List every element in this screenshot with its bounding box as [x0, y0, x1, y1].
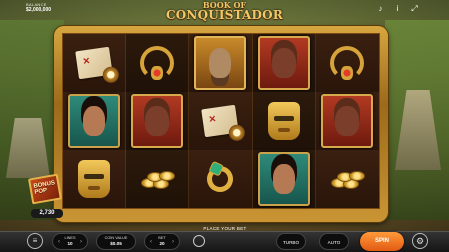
coins-symbol	[139, 168, 176, 190]
woman-face	[83, 106, 106, 136]
map-compass-symbol: ✕	[75, 46, 120, 84]
game-logo: BOOK OF CONQUISTADOR	[150, 1, 299, 21]
reel-1-row-3	[63, 150, 127, 208]
lines-increase-icon[interactable]: ›	[78, 238, 84, 246]
warrior-symbol	[321, 94, 374, 148]
reel-4-row-3	[252, 150, 316, 208]
warrior-face	[145, 106, 170, 136]
info-icon[interactable]: i	[393, 4, 402, 13]
reel-3-row-1	[189, 34, 253, 92]
necklace-symbol	[330, 46, 365, 80]
gold-mask-symbol	[267, 102, 300, 140]
compass-icon	[228, 123, 247, 142]
reel-5-row-1	[315, 34, 379, 92]
settings-icon[interactable]: ⚙	[412, 233, 428, 249]
lines-control[interactable]: ‹ LINES 10 ›	[52, 233, 88, 250]
conquistador-symbol	[194, 36, 247, 90]
auto-button[interactable]: AUTO	[319, 233, 349, 250]
reel-4-row-2	[252, 92, 316, 150]
necklace-symbol	[140, 46, 175, 80]
warrior-symbol	[257, 36, 310, 90]
fullscreen-icon[interactable]: ⤢	[410, 4, 419, 13]
reel-5-row-3	[315, 150, 379, 208]
balance-display: BALANCE $2,000,000	[26, 3, 51, 13]
reel-3-row-2: ✕	[189, 92, 253, 150]
warrior-face	[335, 106, 360, 136]
map-compass-symbol: ✕	[201, 104, 247, 142]
turbo-button[interactable]: TURBO	[276, 233, 306, 250]
woman-face	[272, 164, 295, 194]
balance-label: BALANCE	[26, 2, 47, 7]
reel-4-row-1	[252, 34, 316, 92]
game-logo-line2: CONQUISTADOR	[166, 8, 283, 22]
coins-symbol	[329, 168, 366, 190]
warrior-face	[271, 48, 296, 78]
reel-1-row-2	[63, 92, 127, 150]
bet-control[interactable]: ‹ BET 20 ›	[144, 233, 180, 250]
warrior-symbol	[131, 94, 184, 148]
woman-symbol	[257, 152, 310, 206]
reel-2-row-3	[126, 150, 190, 208]
bonus-pop-count: 2,730	[31, 209, 63, 218]
woman-symbol	[68, 94, 121, 148]
sound-icon[interactable]: ♪	[376, 4, 385, 13]
coin-icon	[193, 235, 205, 247]
balance-value: $2,000,000	[26, 7, 52, 13]
reel-3-row-3	[189, 150, 253, 208]
reel-5-row-2	[315, 92, 379, 150]
coin-value-control[interactable]: COIN VALUE $0.05	[96, 233, 136, 250]
reel-1-row-1: ✕	[63, 34, 127, 92]
compass-icon	[101, 65, 120, 84]
coin-value-value: $0.05	[110, 240, 122, 246]
gold-mask-symbol	[78, 160, 111, 198]
conquistador-face	[209, 48, 232, 78]
bonus-pop-badge[interactable]: BONUS POP 2,730	[26, 173, 66, 224]
menu-icon[interactable]: ≡	[27, 233, 43, 249]
bet-increase-icon[interactable]: ›	[170, 238, 176, 246]
spin-button[interactable]: SPIN	[360, 232, 404, 251]
reel-2-row-2	[126, 92, 190, 150]
reel-grid[interactable]: ✕ ✕	[62, 33, 380, 209]
reel-2-row-1	[126, 34, 190, 92]
coin-value-label: COIN VALUE	[104, 236, 128, 240]
emerald-ring-symbol	[203, 162, 238, 196]
